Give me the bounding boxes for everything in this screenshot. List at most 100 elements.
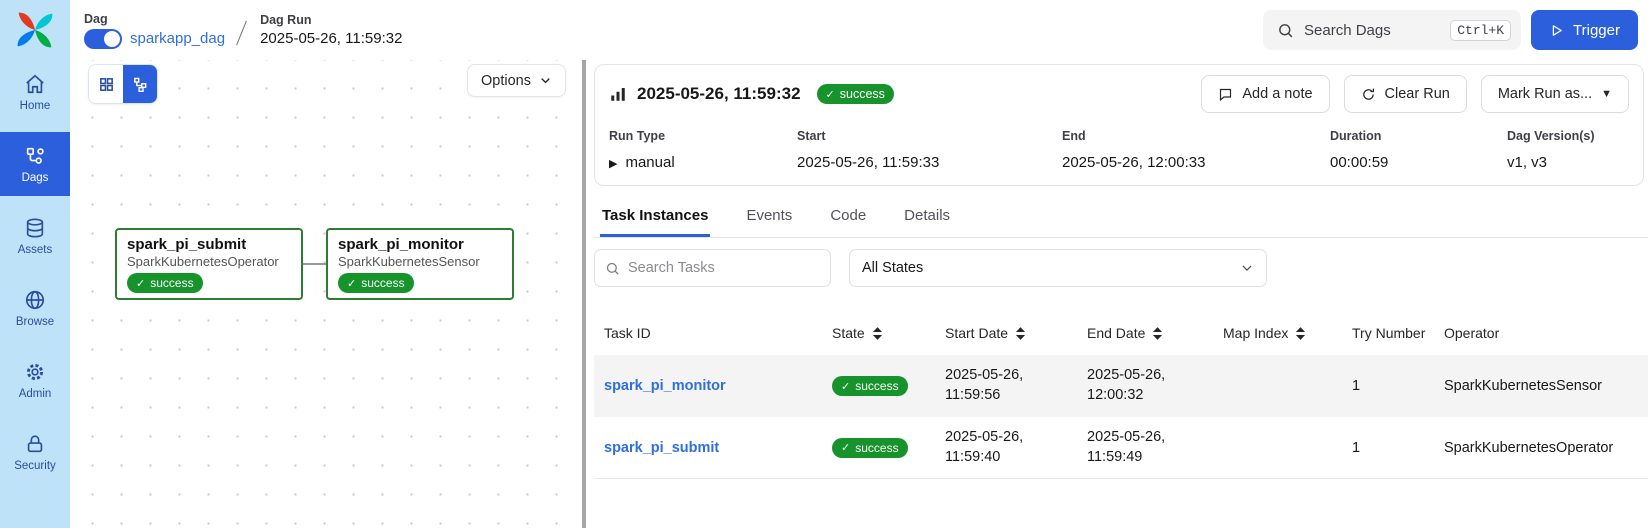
dag-run-label: Dag Run [260,13,402,27]
dag-pause-toggle[interactable] [84,29,122,49]
sort-icon[interactable] [1295,327,1306,340]
run-field-duration: Duration 00:00:59 [1330,129,1507,171]
sidebar: Home Dags Assets Browse [0,0,70,528]
task-node-operator: SparkKubernetesSensor [338,254,502,269]
end-date-cell: 2025-05-26, 12:00:32 [1077,366,1213,405]
sort-icon[interactable] [1015,327,1026,340]
task-id-link[interactable]: spark_pi_monitor [594,378,822,394]
lock-icon [24,433,46,455]
dag-run-detail-panel: 2025-05-26, 11:59:32 ✓success Add a note [586,60,1648,528]
column-header-end-date[interactable]: End Date [1077,325,1213,341]
sidebar-item-label: Assets [18,244,53,256]
breadcrumb-dag: Dag sparkapp_dag [84,12,225,49]
sidebar-item-dags[interactable]: Dags [0,132,70,196]
run-field-start: Start 2025-05-26, 11:59:33 [797,129,1062,171]
graph-view-icon [132,76,149,93]
breadcrumb-separator [236,21,247,45]
dag-run-value: 2025-05-26, 11:59:32 [260,30,402,47]
task-node-title: spark_pi_monitor [338,236,502,253]
run-state-badge: ✓success [817,84,894,104]
task-state-badge: ✓success [338,273,414,293]
column-header-task-id: Task ID [594,325,822,341]
column-header-try-number: Try Number [1342,325,1434,341]
column-header-map-index[interactable]: Map Index [1213,325,1342,341]
chevron-down-icon [539,74,552,87]
trigger-button[interactable]: Trigger [1531,10,1638,50]
state-filter-select[interactable]: All States [849,249,1267,287]
dag-icon [24,145,46,167]
sidebar-item-browse[interactable]: Browse [0,276,70,340]
sidebar-item-security[interactable]: Security [0,420,70,484]
task-filters: All States [594,249,1648,287]
run-summary-box: 2025-05-26, 11:59:32 ✓success Add a note [594,64,1644,186]
tab-events[interactable]: Events [744,198,794,237]
sidebar-item-label: Security [14,460,56,472]
search-tasks-field[interactable] [594,249,831,287]
state-filter-value: All States [862,260,923,276]
table-row: spark_pi_monitor ✓success 2025-05-26, 11… [594,355,1648,417]
sidebar-item-admin[interactable]: Admin [0,348,70,412]
start-date-cell: 2025-05-26, 11:59:40 [935,428,1077,467]
check-icon: ✓ [841,380,850,393]
view-switcher [88,64,158,104]
dag-name-link[interactable]: sparkapp_dag [130,30,225,47]
airflow-logo[interactable] [0,0,70,60]
state-badge: ✓success [832,438,908,458]
bar-chart-icon [609,85,627,103]
sidebar-item-assets[interactable]: Assets [0,204,70,268]
dag-label: Dag [84,12,225,26]
tab-code[interactable]: Code [828,198,868,237]
note-icon [1218,87,1233,102]
search-dags-button[interactable]: Search Dags Ctrl+K [1263,10,1521,50]
sidebar-item-label: Admin [19,388,52,400]
check-icon: ✓ [136,277,145,290]
caret-down-icon: ▼ [1601,88,1612,100]
sidebar-item-label: Browse [16,316,54,328]
mark-run-as-button[interactable]: Mark Run as... ▼ [1481,75,1629,113]
table-row: spark_pi_submit ✓success 2025-05-26, 11:… [594,417,1648,479]
database-icon [24,217,46,239]
graph-options-button[interactable]: Options [467,64,566,97]
column-header-start-date[interactable]: Start Date [935,325,1077,341]
try-number-cell: 1 [1342,378,1434,394]
run-field-run-type: Run Type ▶manual [609,129,797,171]
task-node-operator: SparkKubernetesOperator [127,254,291,269]
home-icon [24,73,46,95]
airflow-app: Home Dags Assets Browse [0,0,1648,528]
breadcrumb-dag-run: Dag Run 2025-05-26, 11:59:32 [260,13,402,47]
tab-task-instances[interactable]: Task Instances [600,198,710,237]
end-date-cell: 2025-05-26, 11:59:49 [1077,428,1213,467]
dag-graph-pane: Options spark_pi_submit SparkKubernetesO… [70,60,582,528]
clear-run-button[interactable]: Clear Run [1344,75,1467,113]
task-instances-table: Task ID State Start Date End Date Map In… [594,311,1648,479]
add-note-button[interactable]: Add a note [1201,75,1329,113]
operator-cell: SparkKubernetesOperator [1434,440,1648,456]
column-header-state[interactable]: State [822,325,935,341]
run-fields: Run Type ▶manual Start 2025-05-26, 11:59… [609,129,1629,171]
task-edge [303,263,326,265]
gear-icon [24,361,46,383]
search-tasks-input[interactable] [628,260,820,276]
check-icon: ✓ [347,277,356,290]
task-node-spark-pi-submit[interactable]: spark_pi_submit SparkKubernetesOperator … [115,228,303,300]
airflow-pinwheel-icon [15,10,55,50]
sidebar-item-home[interactable]: Home [0,60,70,124]
play-icon: ▶ [609,158,617,170]
task-state-badge: ✓success [127,273,203,293]
run-title: 2025-05-26, 11:59:32 [637,84,801,104]
graph-view-button[interactable] [123,65,157,103]
run-field-dag-versions: Dag Version(s) v1, v3 [1507,129,1629,171]
task-node-spark-pi-monitor[interactable]: spark_pi_monitor SparkKubernetesSensor ✓… [326,228,514,300]
table-header-row: Task ID State Start Date End Date Map In… [594,311,1648,355]
detail-tabs: Task Instances Events Code Details [594,198,1648,238]
sort-icon[interactable] [1152,327,1163,340]
options-label: Options [481,73,531,89]
task-id-link[interactable]: spark_pi_submit [594,440,822,456]
globe-icon [24,289,46,311]
play-icon [1549,23,1564,38]
check-icon: ✓ [826,88,835,101]
sort-icon[interactable] [872,327,883,340]
grid-view-button[interactable] [89,65,123,103]
tab-details[interactable]: Details [902,198,952,237]
run-field-end: End 2025-05-26, 12:00:33 [1062,129,1330,171]
